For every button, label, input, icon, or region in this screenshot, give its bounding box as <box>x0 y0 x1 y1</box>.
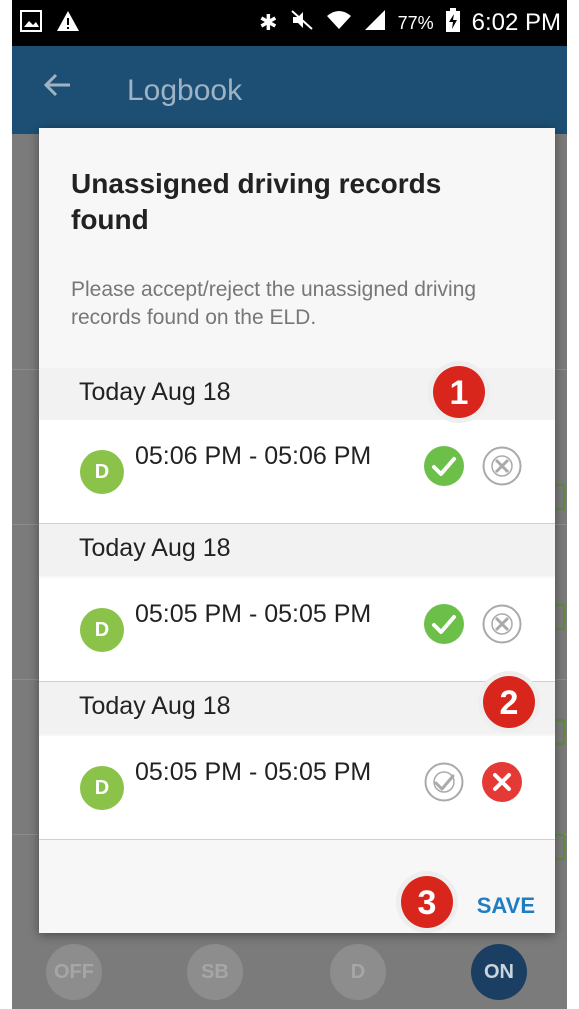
record-date: Today Aug 18 <box>79 534 231 562</box>
app-bar: Logbook <box>12 46 567 134</box>
duty-on-button[interactable]: ON <box>471 944 527 1000</box>
driving-status-badge: D <box>80 608 124 652</box>
duty-status-bar: OFF SB D ON <box>12 930 567 1009</box>
driving-status-badge: D <box>80 450 124 494</box>
warning-icon <box>56 10 80 38</box>
page-title: Logbook <box>127 74 243 107</box>
phone-screen: ✱ 77% 6:02 PM Logbook OFF SB D ON Unassi… <box>12 0 567 1009</box>
signal-icon <box>364 9 386 37</box>
marker-number: 1 <box>450 374 469 412</box>
record-time-range: 05:05 PM - 05:05 PM <box>135 758 372 786</box>
record-time-range: 05:06 PM - 05:06 PM <box>135 442 372 470</box>
marker-number: 3 <box>418 884 437 922</box>
accept-check-icon[interactable] <box>424 762 464 802</box>
reject-x-icon[interactable] <box>482 762 522 802</box>
record-date: Today Aug 18 <box>79 378 231 406</box>
step-marker-1: 1 <box>427 360 491 424</box>
clock: 6:02 PM <box>471 9 561 36</box>
battery-percent: 77% <box>397 12 434 33</box>
marker-number: 2 <box>500 684 519 722</box>
accept-check-icon[interactable] <box>424 604 464 644</box>
record-row: D 05:06 PM - 05:06 PM <box>39 420 555 524</box>
record-row: D 05:05 PM - 05:05 PM <box>39 736 555 840</box>
reject-x-icon[interactable] <box>482 446 522 486</box>
step-marker-2: 2 <box>477 670 541 734</box>
duty-sb-button[interactable]: SB <box>187 944 243 1000</box>
record-time-range: 05:05 PM - 05:05 PM <box>135 600 372 628</box>
back-arrow-icon[interactable] <box>42 70 72 107</box>
driving-status-badge: D <box>80 766 124 810</box>
step-marker-3: 3 <box>395 870 459 934</box>
duty-off-button[interactable]: OFF <box>46 944 102 1000</box>
mute-icon <box>290 9 314 37</box>
reject-x-icon[interactable] <box>482 604 522 644</box>
dialog-title: Unassigned driving records found <box>71 168 442 235</box>
wifi-icon <box>326 9 352 37</box>
accept-check-icon[interactable] <box>424 446 464 486</box>
battery-icon <box>445 8 460 38</box>
duty-d-button[interactable]: D <box>330 944 386 1000</box>
bluetooth-icon: ✱ <box>259 10 278 35</box>
status-bar: ✱ 77% 6:02 PM <box>12 0 567 46</box>
record-row: D 05:05 PM - 05:05 PM <box>39 578 555 682</box>
unassigned-records-dialog: Unassigned driving records found Please … <box>39 128 555 933</box>
record-date: Today Aug 18 <box>79 692 231 720</box>
dialog-message: Please accept/reject the unassigned driv… <box>71 278 477 329</box>
record-date-header: Today Aug 18 <box>39 524 555 576</box>
image-icon <box>20 10 42 38</box>
save-button[interactable]: SAVE <box>477 893 535 919</box>
